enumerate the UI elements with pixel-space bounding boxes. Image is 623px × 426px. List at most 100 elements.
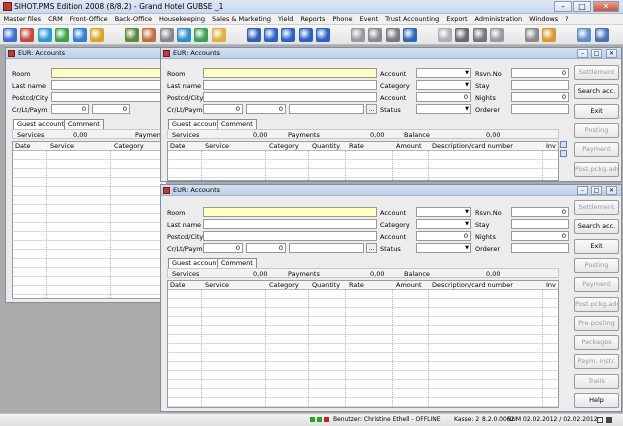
status-select[interactable]: ▼ xyxy=(416,243,471,253)
menu-item-administration[interactable]: Administration xyxy=(471,14,526,24)
tab-guest-account[interactable]: Guest account xyxy=(168,119,224,129)
menu-item-front-office[interactable]: Front-Office xyxy=(66,14,111,24)
window-icon[interactable] xyxy=(542,28,557,42)
help-button[interactable]: Help xyxy=(574,393,619,408)
paym-instr-button[interactable]: Paym. instr. xyxy=(574,354,619,370)
payment-button[interactable]: Payment xyxy=(574,142,619,158)
window-close-button[interactable]: ✕ xyxy=(606,49,617,58)
card-icon[interactable] xyxy=(159,28,174,42)
minimize-button[interactable]: – xyxy=(554,1,572,12)
window-2-icon[interactable] xyxy=(577,28,592,42)
account-select[interactable]: ▼ xyxy=(416,68,471,78)
account-grid[interactable]: Date Service Category Quantity Rate Amou… xyxy=(167,141,559,181)
window-maximize-button[interactable]: □ xyxy=(591,186,602,195)
menu-item-sales-marketing[interactable]: Sales & Marketing xyxy=(209,14,275,24)
tab-comment[interactable]: Comment xyxy=(217,258,257,268)
nights-input[interactable]: 0 xyxy=(511,231,569,241)
grid-scroll-up-icon[interactable] xyxy=(560,141,567,148)
settlement-button[interactable]: Settlement xyxy=(574,200,619,215)
status-select[interactable]: ▼ xyxy=(416,104,471,114)
help-icon[interactable] xyxy=(525,28,539,42)
window-title-bar[interactable]: EUR: Accounts – □ ✕ xyxy=(161,185,621,196)
menu-item-trust-accounting[interactable]: Trust Accounting xyxy=(382,14,443,24)
stop-icon[interactable] xyxy=(490,28,505,42)
postcd-input[interactable] xyxy=(203,92,377,102)
menu-item-back-office[interactable]: Back-Office xyxy=(111,14,155,24)
disk-icon[interactable] xyxy=(403,28,418,42)
back-icon[interactable] xyxy=(298,28,313,42)
menu-item-yield[interactable]: Yield xyxy=(274,14,296,24)
cr-input-1[interactable]: 0 xyxy=(203,104,243,114)
doc-icon[interactable] xyxy=(351,28,365,42)
rsvn-input[interactable]: 0 xyxy=(511,207,569,217)
tab-comment[interactable]: Comment xyxy=(217,119,257,129)
first-icon[interactable] xyxy=(264,28,278,42)
tab-guest-account[interactable]: Guest account xyxy=(13,119,69,129)
last-name-input[interactable] xyxy=(51,80,166,90)
window-maximize-button[interactable]: □ xyxy=(591,49,602,58)
status-resize-icon[interactable] xyxy=(606,417,612,423)
nights-input[interactable]: 0 xyxy=(511,92,569,102)
room-input[interactable] xyxy=(203,207,377,217)
rsvn-input[interactable]: 0 xyxy=(511,68,569,78)
group-icon[interactable] xyxy=(142,28,157,42)
user-icon[interactable] xyxy=(594,28,609,42)
cr-input-1[interactable]: 0 xyxy=(51,104,89,114)
print-icon[interactable] xyxy=(385,28,400,42)
grid-icon[interactable] xyxy=(20,28,35,42)
cr-input-2[interactable]: 0 xyxy=(246,104,286,114)
postcd-input[interactable] xyxy=(51,92,166,102)
earth-icon[interactable] xyxy=(194,28,209,42)
chart-icon[interactable] xyxy=(55,28,70,42)
menu-item-export[interactable]: Export xyxy=(443,14,471,24)
cr-input-3[interactable] xyxy=(289,104,364,114)
window-minimize-button[interactable]: – xyxy=(577,49,588,58)
category-select[interactable]: ▼ xyxy=(416,219,471,229)
account-grid[interactable]: Date Service Category xyxy=(12,141,167,299)
tab-guest-account[interactable]: Guest account xyxy=(168,258,224,268)
menu-item-crm[interactable]: CRM xyxy=(45,14,67,24)
folder-icon[interactable] xyxy=(211,28,226,42)
orderer-input[interactable] xyxy=(511,104,569,114)
payment-button[interactable]: Payment xyxy=(574,277,619,293)
trails-button[interactable]: Trails xyxy=(574,373,619,389)
search-acc-button[interactable]: Search acc. xyxy=(574,219,619,235)
screen-icon[interactable] xyxy=(72,28,87,42)
category-select[interactable]: ▼ xyxy=(416,80,471,90)
exit-button[interactable]: Exit xyxy=(574,103,619,119)
ellipsis-button[interactable]: ... xyxy=(366,104,377,114)
room-input[interactable] xyxy=(51,68,166,78)
tab-comment[interactable]: Comment xyxy=(64,119,104,129)
keys-icon[interactable] xyxy=(90,28,104,42)
posting-button[interactable]: Posting xyxy=(574,122,619,138)
maximize-button[interactable]: □ xyxy=(573,1,591,12)
room-input[interactable] xyxy=(203,68,377,78)
globe-2-icon[interactable] xyxy=(177,28,191,42)
cr-input-2[interactable]: 0 xyxy=(246,243,286,253)
postcd-input[interactable] xyxy=(203,231,377,241)
menu-item-phone[interactable]: Phone xyxy=(329,14,356,24)
account-number-input[interactable]: 0 xyxy=(416,92,471,102)
menu-item-housekeeping[interactable]: Housekeeping xyxy=(155,14,208,24)
people-icon[interactable] xyxy=(124,28,139,42)
stay-input[interactable] xyxy=(511,219,569,229)
globe-icon[interactable] xyxy=(37,28,52,42)
prev-icon[interactable] xyxy=(281,28,296,42)
last-name-input[interactable] xyxy=(203,80,377,90)
menu-item-master-files[interactable]: Master files xyxy=(0,14,45,24)
settlement-button[interactable]: Settlement xyxy=(574,65,619,80)
menu-item-event[interactable]: Event xyxy=(356,14,382,24)
search-acc-button[interactable]: Search acc. xyxy=(574,84,619,100)
cr-input-2[interactable]: 0 xyxy=(92,104,130,114)
last-name-input[interactable] xyxy=(203,219,377,229)
orderer-input[interactable] xyxy=(511,243,569,253)
copy-icon[interactable] xyxy=(368,28,383,42)
next-icon[interactable] xyxy=(316,28,331,42)
search-icon[interactable] xyxy=(472,28,487,42)
post-pckg-adv-button[interactable]: Post.pckg.adv. xyxy=(574,161,619,177)
window-close-button[interactable]: ✕ xyxy=(606,186,617,195)
packages-button[interactable]: Packages xyxy=(574,335,619,351)
grid-scroll-down-icon[interactable] xyxy=(560,150,567,157)
menu-item-windows[interactable]: Windows xyxy=(526,14,562,24)
account-select[interactable]: ▼ xyxy=(416,207,471,217)
